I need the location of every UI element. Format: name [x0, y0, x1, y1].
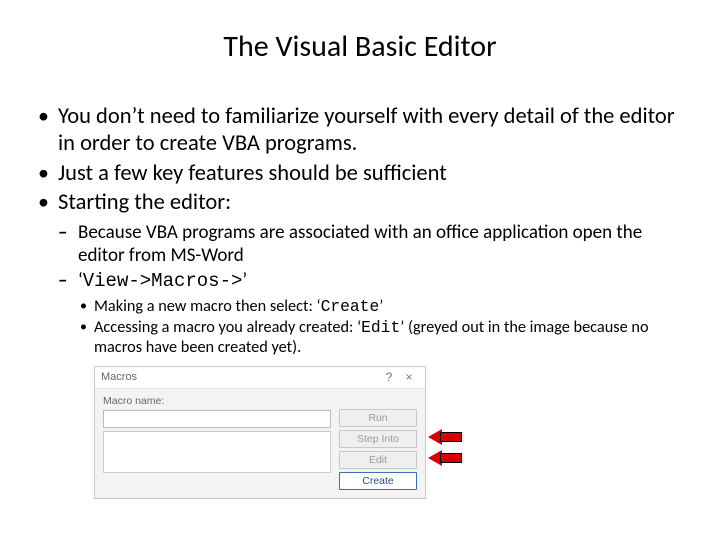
step-into-button[interactable]: Step Into: [339, 430, 417, 448]
bullet-list-level3: Making a new macro then select: ‘Create’…: [78, 297, 684, 358]
subsubbullet-item: Making a new macro then select: ‘Create’: [78, 297, 684, 317]
dialog-body: Macro name: Run Step Into Edit Create: [95, 389, 425, 498]
red-arrow-edit: [428, 430, 462, 444]
macros-dialog-screenshot: Macros ? × Macro name: Run Step Into Edi…: [94, 366, 454, 499]
dialog-title: Macros: [101, 371, 379, 383]
menu-path-code: View->Macros->: [83, 270, 243, 292]
macro-name-label: Macro name:: [103, 395, 331, 407]
macro-name-input[interactable]: [103, 410, 331, 428]
subbullet-item: ‘View->Macros->’ Making a new macro then…: [58, 269, 684, 358]
code-create: Create: [321, 297, 380, 316]
create-button[interactable]: Create: [339, 472, 417, 490]
dialog-left-pane: Macro name:: [103, 395, 331, 490]
close-icon[interactable]: ×: [399, 370, 419, 384]
subsubbullet-item: Accessing a macro you already created: ‘…: [78, 318, 684, 358]
bullet-list-level2: Because VBA programs are associated with…: [58, 221, 684, 358]
bullet-list-level1: You don’t need to familiarize yourself w…: [36, 103, 684, 358]
page-title: The Visual Basic Editor: [36, 28, 684, 65]
quote-post: ’: [242, 269, 247, 292]
text: ’: [379, 296, 383, 316]
help-icon[interactable]: ?: [379, 370, 399, 384]
subbullet-item: Because VBA programs are associated with…: [58, 221, 684, 267]
dialog-titlebar: Macros ? ×: [95, 367, 425, 389]
code-edit: Edit: [361, 318, 400, 337]
bullet-text: Starting the editor:: [58, 189, 231, 216]
macros-dialog: Macros ? × Macro name: Run Step Into Edi…: [94, 366, 426, 499]
text: Accessing a macro you already created: ‘: [94, 317, 361, 337]
bullet-item: Starting the editor: Because VBA program…: [36, 189, 684, 358]
run-button[interactable]: Run: [339, 409, 417, 427]
edit-button[interactable]: Edit: [339, 451, 417, 469]
dialog-button-column: Run Step Into Edit Create: [339, 395, 417, 490]
text: Making a new macro then select: ‘: [94, 296, 321, 316]
bullet-item: You don’t need to familiarize yourself w…: [36, 103, 684, 158]
bullet-item: Just a few key features should be suffic…: [36, 160, 684, 187]
red-arrow-create: [428, 451, 462, 465]
macro-listbox[interactable]: [103, 431, 331, 473]
slide: The Visual Basic Editor You don’t need t…: [0, 0, 720, 540]
